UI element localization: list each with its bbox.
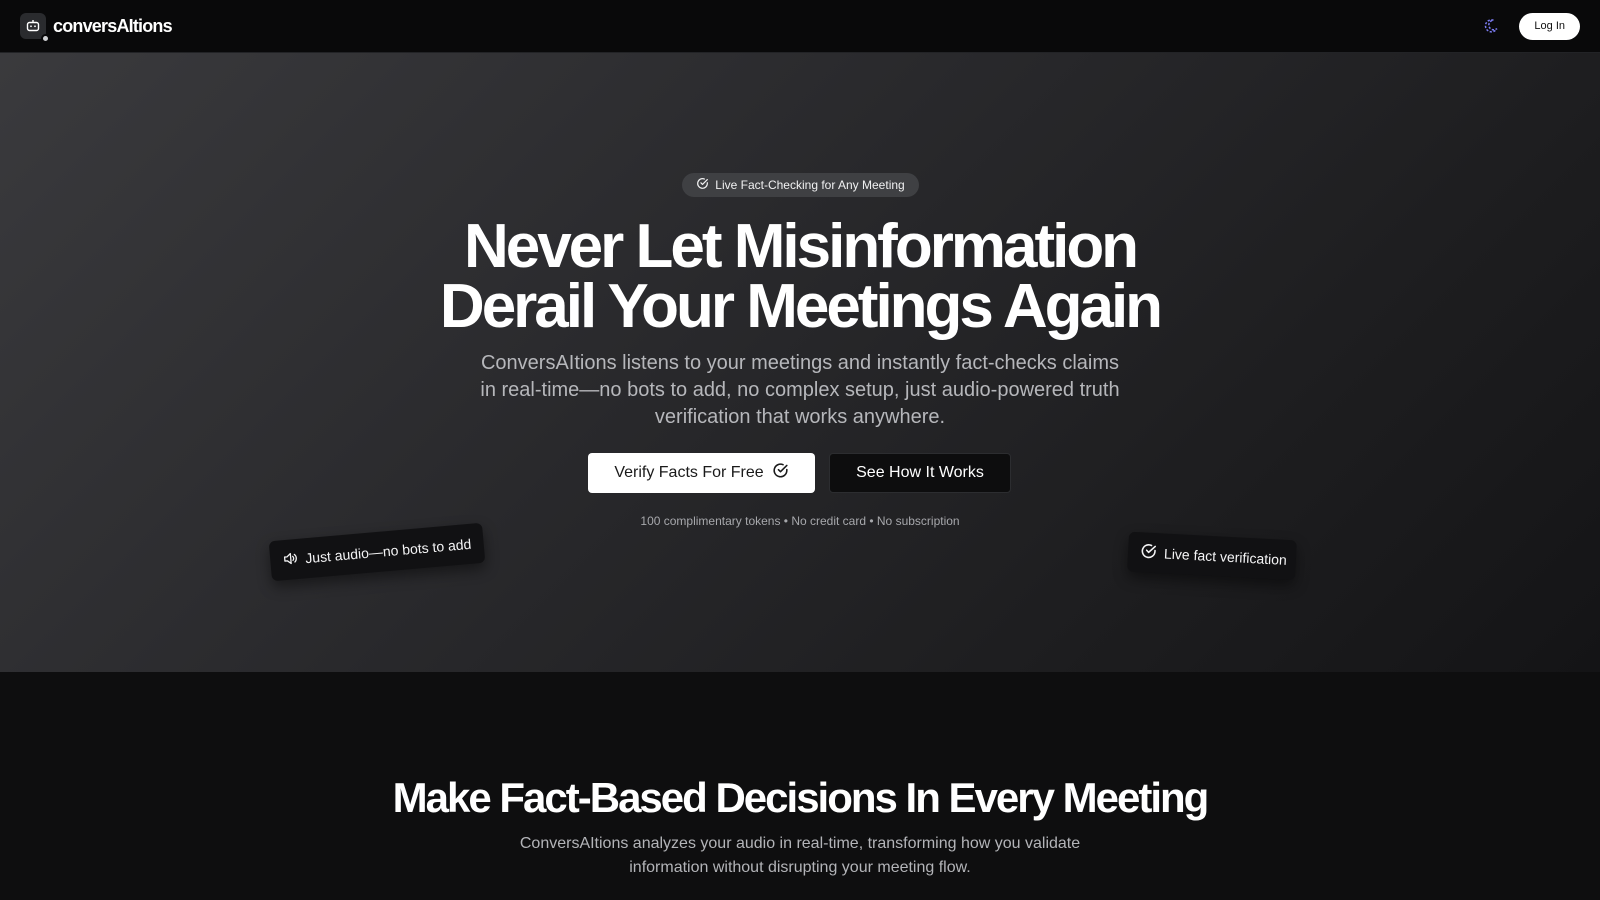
features-intro-section: Make Fact-Based Decisions In Every Meeti… <box>0 672 1600 900</box>
section-subtitle: ConversAItions analyzes your audio in re… <box>519 835 1081 876</box>
feature-chip-audio-label: Just audio—no bots to add <box>304 535 472 567</box>
hero-section: Live Fact-Checking for Any Meeting Never… <box>0 53 1600 672</box>
brand-name: conversAItions <box>53 15 173 36</box>
hero-title: Never Let Misinformation Derail Your Mee… <box>0 212 1600 341</box>
hero-title-line-1: Never Let Misinformation <box>463 212 1139 281</box>
see-how-it-works-button[interactable]: See How It Works <box>829 453 1011 493</box>
feature-chip-verification: Live fact verification <box>1127 531 1297 581</box>
hero-badge: Live Fact-Checking for Any Meeting <box>682 173 919 197</box>
check-circle-icon <box>696 177 709 193</box>
bot-icon <box>20 13 50 43</box>
feature-chip-verification-label: Live fact verification <box>1163 545 1288 568</box>
header-actions: Log In <box>1481 12 1580 40</box>
landing-page: conversAItions Log In Live Fact-Checking… <box>0 0 1600 900</box>
verify-facts-label: Verify Facts For Free <box>614 464 764 481</box>
hero-title-line-2: Derail Your Meetings Again <box>439 272 1163 341</box>
section-title: Make Fact-Based Decisions In Every Meeti… <box>392 774 1210 821</box>
check-circle-icon <box>1140 542 1158 563</box>
hero-badge-label: Live Fact-Checking for Any Meeting <box>715 178 905 192</box>
brand[interactable]: conversAItions <box>20 13 173 43</box>
speaker-icon <box>282 549 300 569</box>
verify-facts-button[interactable]: Verify Facts For Free <box>588 453 815 493</box>
status-dot <box>41 34 50 43</box>
login-button[interactable]: Log In <box>1519 12 1580 40</box>
moon-icon[interactable] <box>1481 16 1501 36</box>
top-nav: conversAItions Log In <box>0 0 1600 53</box>
hero-note: 100 complimentary tokens • No credit car… <box>640 514 960 528</box>
feature-chip-audio: Just audio—no bots to add <box>268 522 486 582</box>
hero-subtitle: ConversAItions listens to your meetings … <box>480 352 1120 428</box>
check-circle-icon <box>772 462 789 484</box>
